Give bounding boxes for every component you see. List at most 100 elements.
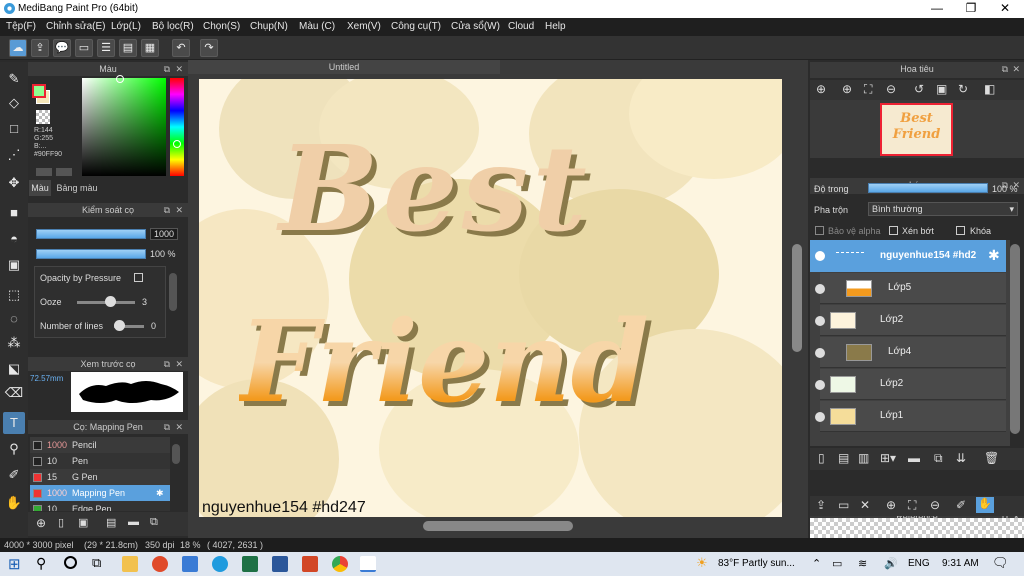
upload-icon[interactable]: ⇪: [816, 498, 826, 512]
windows-start-icon[interactable]: ⊞: [8, 555, 21, 573]
panel-icon[interactable]: ▤: [119, 39, 137, 57]
eyedropper-icon[interactable]: ✐: [956, 498, 966, 512]
menu-tools[interactable]: Công cụ(T): [391, 21, 441, 32]
new-layer-8bit-icon[interactable]: ▤: [838, 451, 849, 465]
text-tool-icon[interactable]: T: [3, 412, 25, 434]
protect-alpha-checkbox[interactable]: [815, 226, 824, 235]
opacity-by-pressure-checkbox[interactable]: [134, 273, 143, 282]
hand-icon[interactable]: ✋: [976, 497, 994, 513]
popout-icon[interactable]: ⧉: [164, 357, 170, 371]
tab-untitled[interactable]: Untitled: [188, 60, 500, 74]
close-icon[interactable]: ✕: [1012, 62, 1020, 76]
layer-item-selected[interactable]: nguyenhue154 #hd2 ✱: [810, 240, 1006, 272]
operation-tool-icon[interactable]: ⚲: [3, 438, 25, 460]
tab-color[interactable]: Màu: [29, 180, 51, 196]
brush-item-mapping-pen[interactable]: 1000 Mapping Pen ✱: [30, 485, 170, 501]
wifi-icon[interactable]: ≋: [858, 557, 867, 570]
clipping-checkbox[interactable]: [889, 226, 898, 235]
eye-icon[interactable]: [815, 412, 825, 422]
menu-file[interactable]: Tệp(F): [6, 21, 36, 32]
brush-opacity-bar[interactable]: [36, 249, 146, 259]
close-icon[interactable]: ✕: [175, 357, 183, 371]
menu-window[interactable]: Cửa sổ(W): [451, 21, 500, 32]
zoom-in-icon[interactable]: ⊕: [886, 498, 896, 512]
comment-icon[interactable]: ▭: [75, 39, 93, 57]
rotate-right-icon[interactable]: ↻: [958, 82, 968, 96]
lines-slider-handle[interactable]: [114, 320, 125, 331]
layer-list-scrollbar[interactable]: [1010, 244, 1020, 434]
new-layer-icon[interactable]: ▯: [818, 451, 825, 465]
file-explorer-icon[interactable]: [122, 556, 138, 572]
lasso-tool-icon[interactable]: ◌: [3, 308, 25, 330]
layer-opacity-bar[interactable]: [868, 183, 988, 193]
eyedropper-icon[interactable]: ✐: [3, 464, 25, 486]
popout-icon[interactable]: ⧉: [164, 62, 170, 76]
canvas-vertical-scrollbar[interactable]: [792, 244, 802, 352]
folder-icon[interactable]: ▬: [908, 451, 920, 465]
brush-list-scrollbar[interactable]: [172, 444, 180, 464]
tab-palette[interactable]: Bảng màu: [53, 180, 101, 196]
brush-control-scrollbar[interactable]: [169, 273, 177, 311]
fullscreen-icon[interactable]: ▣: [936, 82, 947, 96]
menu-capture[interactable]: Chụp(N): [250, 21, 288, 32]
excel-icon[interactable]: [242, 556, 258, 572]
upload-icon[interactable]: ⇪: [31, 39, 49, 57]
menu-select[interactable]: Chọn(S): [203, 21, 240, 32]
edge-icon[interactable]: [212, 556, 228, 572]
open-folder-icon[interactable]: ▭: [838, 498, 849, 512]
menu-view[interactable]: Xem(V): [347, 21, 381, 32]
brush-menu-icon[interactable]: ▣: [78, 516, 88, 529]
maximize-button[interactable]: ❐: [954, 0, 988, 18]
word-icon[interactable]: [272, 556, 288, 572]
color-mini-icon[interactable]: [36, 168, 52, 176]
medibang-taskbar-icon[interactable]: [360, 556, 376, 572]
merge-layer-icon[interactable]: ⇊: [956, 451, 966, 465]
popout-icon[interactable]: ⧉: [1002, 62, 1008, 76]
close-icon[interactable]: ✕: [175, 62, 183, 76]
layer-item[interactable]: Lớp2: [820, 369, 1006, 400]
color-mini-icon-2[interactable]: [56, 168, 72, 176]
list-icon[interactable]: ☰: [97, 39, 115, 57]
drawing-canvas[interactable]: Best Friend nguyenhue154 #hd247: [199, 79, 782, 517]
chevron-up-icon[interactable]: ⌃: [812, 557, 821, 570]
hand-tool-icon[interactable]: ✋: [3, 492, 25, 514]
brush-props-icon[interactable]: ▤: [106, 516, 116, 529]
brush-size-bar[interactable]: [36, 229, 146, 239]
task-view-icon[interactable]: ⧉: [92, 555, 101, 571]
dot-tool-icon[interactable]: ⋰: [3, 144, 25, 166]
language-indicator[interactable]: ENG: [908, 558, 930, 569]
grid-icon[interactable]: ▦: [141, 39, 159, 57]
hue-slider-handle[interactable]: [173, 140, 181, 148]
search-icon[interactable]: ⚲: [36, 555, 46, 572]
fit-window-icon[interactable]: ⛶: [864, 82, 872, 97]
eye-icon[interactable]: [815, 316, 825, 326]
eye-icon[interactable]: [815, 251, 825, 261]
fill-rect-icon[interactable]: ■: [3, 202, 25, 224]
trash-icon[interactable]: 🗑: [984, 451, 999, 465]
color-picker-cursor[interactable]: [116, 75, 124, 83]
zoom-in-icon[interactable]: ⊕: [842, 82, 852, 96]
foreground-color-swatch[interactable]: [32, 84, 46, 98]
brush-item-pencil[interactable]: 1000 Pencil: [30, 437, 170, 453]
canvas-horizontal-scrollbar[interactable]: [423, 521, 573, 531]
weather-text[interactable]: 83°F Partly sun...: [718, 558, 795, 569]
ooze-slider-handle[interactable]: [105, 296, 116, 307]
magic-wand-icon[interactable]: ⁂: [3, 332, 25, 354]
new-brush-icon[interactable]: ▯: [58, 516, 64, 529]
color-picker-square[interactable]: [82, 78, 166, 176]
move-tool-icon[interactable]: ✥: [3, 172, 25, 194]
gear-icon[interactable]: ✱: [156, 485, 164, 501]
rotate-left-icon[interactable]: ↺: [914, 82, 924, 96]
undo-icon[interactable]: ↶: [172, 39, 190, 57]
folder-icon[interactable]: ▬: [128, 516, 139, 528]
zoom-out-icon[interactable]: ⊖: [886, 82, 896, 96]
zoom-out-icon[interactable]: ⊖: [930, 498, 940, 512]
gear-icon[interactable]: ✱: [988, 247, 1000, 264]
app-icon[interactable]: [152, 556, 168, 572]
menu-help[interactable]: Help: [545, 21, 566, 32]
add-brush-icon[interactable]: ⊕: [36, 516, 46, 530]
flip-icon[interactable]: ◧: [984, 82, 995, 96]
cortana-icon[interactable]: [64, 556, 77, 569]
duplicate-layer-icon[interactable]: ⧉: [934, 451, 943, 466]
brush-tool-icon[interactable]: ✎: [3, 68, 25, 90]
